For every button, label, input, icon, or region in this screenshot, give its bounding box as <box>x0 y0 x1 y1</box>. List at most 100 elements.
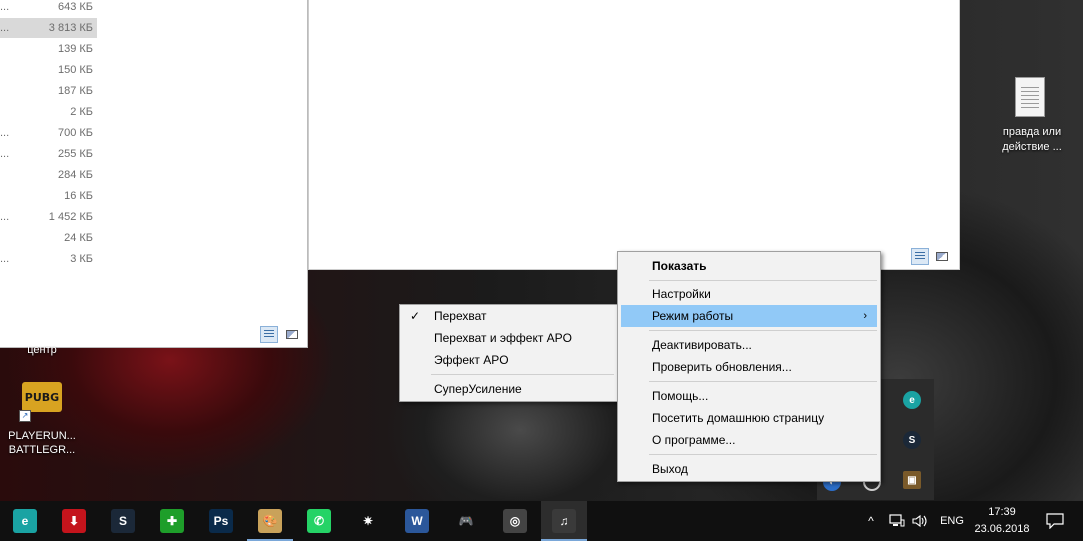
menu-separator <box>649 454 877 455</box>
submenu-item-apo-effect[interactable]: Эффект APO <box>400 349 617 371</box>
file-size-row[interactable]: ... 3 КБ <box>0 249 97 269</box>
submenu-label: Перехват <box>434 309 487 323</box>
file-size-value: 3 КБ <box>70 253 93 265</box>
mode-submenu: ✓ Перехват Перехват и эффект APO Эффект … <box>399 304 618 402</box>
file-size-value: 187 КБ <box>57 85 93 97</box>
menu-item-deactivate[interactable]: Деактивировать... <box>618 334 880 356</box>
photoshop-icon: Ps <box>209 509 233 533</box>
taskbar-button[interactable]: S <box>100 501 146 541</box>
taskbar-button[interactable]: ✆ <box>296 501 342 541</box>
desktop-icon-pubg[interactable]: PUBG ↗ PLAYERUN... BATTLEGR... <box>4 382 80 460</box>
text-document-icon <box>1015 77 1045 117</box>
desktop-icon-document[interactable]: правда или действие ... <box>994 75 1070 157</box>
taskbar-button[interactable]: e <box>2 501 48 541</box>
taskbar-button[interactable]: 🎮 <box>443 501 489 541</box>
shortcut-arrow-icon: ↗ <box>19 410 31 422</box>
submenu-arrow-icon: › <box>863 310 867 322</box>
menu-label: Помощь... <box>652 389 709 403</box>
menu-label: Настройки <box>652 287 711 301</box>
submenu-label: Перехват и эффект APO <box>434 331 572 345</box>
file-size-row[interactable]: 284 КБ <box>0 165 97 185</box>
taskbar-button[interactable]: ✚ <box>149 501 195 541</box>
tiles-view-button-right[interactable] <box>933 248 951 265</box>
details-view-button-right[interactable] <box>911 248 929 265</box>
menu-label: Посетить домашнюю страницу <box>652 411 825 425</box>
show-hidden-icons-chevron[interactable]: ^ <box>864 501 878 541</box>
menu-label: Выход <box>652 462 688 476</box>
steam-tray-icon[interactable]: S <box>903 431 921 449</box>
tray-context-menu: Показать Настройки Режим работы › Деакти… <box>617 251 881 482</box>
pubg-label-line1: PLAYERUN... <box>8 430 76 442</box>
package-icon[interactable]: ▣ <box>903 471 921 489</box>
tiles-view-icon <box>936 252 948 261</box>
menu-item-exit[interactable]: Выход <box>618 458 880 480</box>
tiles-view-button[interactable] <box>283 326 301 343</box>
file-size-row[interactable]: ... 3 813 КБ <box>0 18 97 38</box>
file-size-row[interactable]: 139 КБ <box>0 39 97 59</box>
desktop-label-center[interactable]: центр <box>20 344 64 357</box>
file-size-row[interactable]: ... 643 КБ <box>0 0 97 17</box>
file-size-row[interactable]: 2 КБ <box>0 102 97 122</box>
clock-date: 23.06.2018 <box>974 523 1030 535</box>
submenu-item-intercept[interactable]: ✓ Перехват <box>400 305 617 327</box>
menu-item-help[interactable]: Помощь... <box>618 385 880 407</box>
download-app-icon: ⬇ <box>62 509 86 533</box>
file-size-value: 2 КБ <box>70 106 93 118</box>
taskbar-button[interactable]: 🎨 <box>247 501 293 541</box>
file-size-row[interactable]: 24 КБ <box>0 228 97 248</box>
file-size-row[interactable]: 187 КБ <box>0 81 97 101</box>
explorer-window-right[interactable] <box>308 0 960 270</box>
paint-palette-icon: 🎨 <box>258 509 282 533</box>
file-size-row[interactable]: ... 1 452 КБ <box>0 207 97 227</box>
menu-separator <box>649 280 877 281</box>
truncated-name-dots: ... <box>0 127 10 139</box>
taskbar-button[interactable]: ⬇ <box>51 501 97 541</box>
taskbar-button[interactable]: W <box>394 501 440 541</box>
menu-item-mode[interactable]: Режим работы › <box>621 305 877 327</box>
submenu-separator <box>431 374 614 375</box>
file-size-value: 150 КБ <box>57 64 93 76</box>
submenu-item-superboost[interactable]: СуперУсиление <box>400 378 617 400</box>
explorer-window-left[interactable]: ... 643 КБ... 3 813 КБ 139 КБ 150 КБ 187 КБ 2 … <box>0 0 308 348</box>
file-size-row[interactable]: 150 КБ <box>0 60 97 80</box>
file-size-row[interactable]: 16 КБ <box>0 186 97 206</box>
menu-label: Проверить обновления... <box>652 360 792 374</box>
details-view-icon <box>264 330 274 339</box>
menu-item-check-updates[interactable]: Проверить обновления... <box>618 356 880 378</box>
pubg-logo-text: PUBG <box>24 390 60 404</box>
menu-item-homepage[interactable]: Посетить домашнюю страницу <box>618 407 880 429</box>
taskbar-button[interactable]: ✷ <box>345 501 391 541</box>
file-size-row[interactable]: ... 700 КБ <box>0 123 97 143</box>
taskbar-button[interactable]: Ps <box>198 501 244 541</box>
details-view-icon <box>915 252 925 261</box>
clock[interactable]: 17:39 23.06.2018 <box>970 501 1034 541</box>
file-size-value: 139 КБ <box>57 43 93 55</box>
details-view-button[interactable] <box>260 326 278 343</box>
taskbar: e ⬇ S ✚ Ps 🎨 ✆ ✷ W 🎮 ◎ ♫ ^ ENG 17:39 23.06.2018 <box>0 501 1083 541</box>
file-size-value: 255 КБ <box>57 148 93 160</box>
doc-label-line2: действие ... <box>1002 141 1062 153</box>
submenu-item-intercept-apo[interactable]: Перехват и эффект APO <box>400 327 617 349</box>
menu-label: О программе... <box>652 433 736 447</box>
truncated-name-dots: ... <box>0 253 10 265</box>
file-size-value: 24 КБ <box>64 232 93 244</box>
menu-item-show[interactable]: Показать <box>618 255 880 277</box>
file-size-value: 16 КБ <box>64 190 93 202</box>
eset-icon[interactable]: e <box>903 391 921 409</box>
menu-item-about[interactable]: О программе... <box>618 429 880 451</box>
file-size-value: 284 КБ <box>57 169 93 181</box>
language-indicator[interactable]: ENG <box>938 501 966 541</box>
network-icon[interactable] <box>887 501 907 541</box>
truncated-name-dots: ... <box>0 211 10 223</box>
doc-label-line1: правда или <box>1002 126 1062 138</box>
truncated-name-dots: ... <box>0 1 10 13</box>
volume-icon[interactable] <box>910 501 930 541</box>
notification-center-icon[interactable] <box>1044 501 1066 541</box>
green-cross-app-icon: ✚ <box>160 509 184 533</box>
file-size-row[interactable]: ... 255 КБ <box>0 144 97 164</box>
menu-item-settings[interactable]: Настройки <box>618 283 880 305</box>
gamepad-icon: 🎮 <box>454 509 478 533</box>
menu-separator <box>649 381 877 382</box>
taskbar-button[interactable]: ♫ <box>541 501 587 541</box>
taskbar-button[interactable]: ◎ <box>492 501 538 541</box>
